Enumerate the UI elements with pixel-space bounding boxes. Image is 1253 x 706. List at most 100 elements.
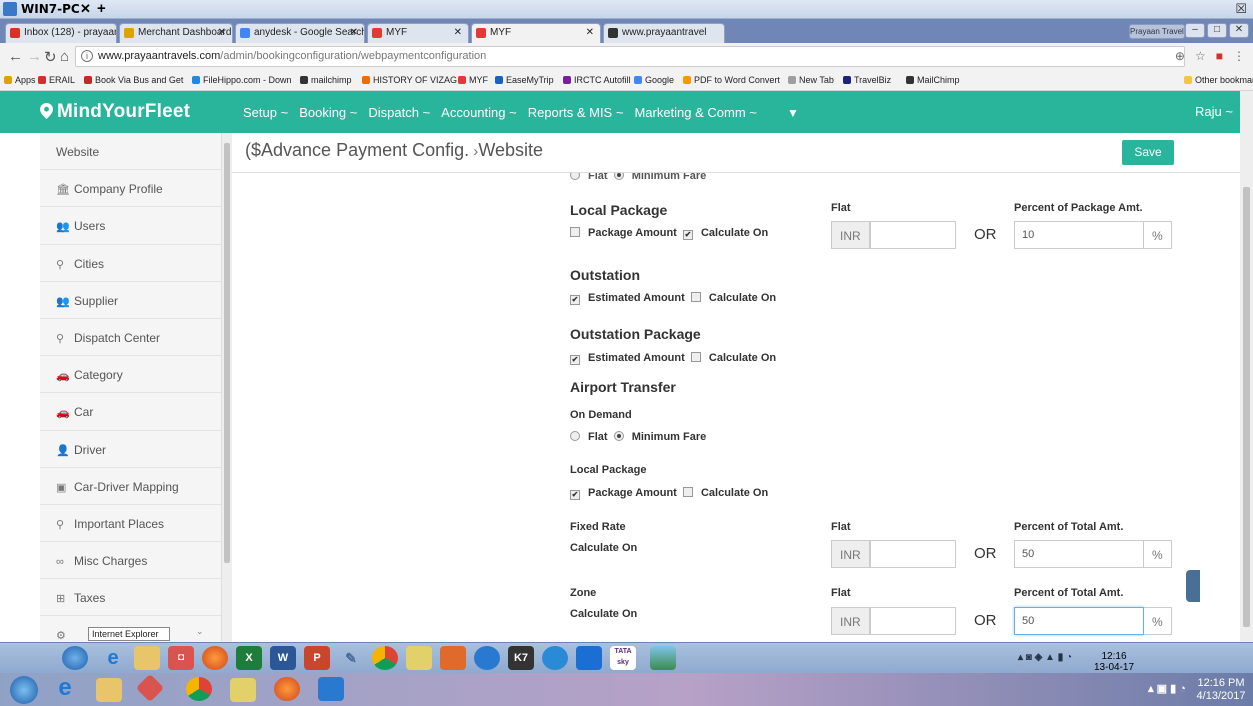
zone-percent-input[interactable]: 50 (1014, 607, 1144, 635)
save-button[interactable]: Save (1122, 140, 1174, 165)
image-viewer-icon[interactable] (650, 646, 676, 670)
close-tab-icon[interactable]: ✕ (218, 27, 226, 38)
minimum-fare-radio[interactable] (613, 173, 624, 180)
remote-desktop-icon[interactable] (576, 646, 602, 670)
sidebar-item-misc-charges[interactable]: ∞ Misc Charges (40, 542, 221, 580)
system-tray-icons[interactable]: ▴ ◙ ◈ ▲ ▮ ◔ (1010, 648, 1080, 668)
firefox-icon[interactable] (274, 677, 300, 701)
sidebar-item-taxes[interactable]: ⊞ Taxes (40, 579, 221, 617)
system-tray-icons[interactable]: ▴ ▣ ▮ ◔ (1145, 679, 1189, 699)
local-flat-input[interactable] (869, 221, 956, 249)
sidebar-item-important-places[interactable]: ⚲ Important Places (40, 505, 221, 543)
new-session-icon[interactable]: + (97, 0, 106, 17)
local-percent-input[interactable]: 10 (1014, 221, 1144, 249)
tab-myf-1[interactable]: MYF ✕ (367, 23, 469, 43)
tab-prayaan[interactable]: www.prayaantravel (603, 23, 725, 43)
bookmark-irctc[interactable]: IRCTC Autofill (563, 75, 631, 85)
sidebar-item-company-profile[interactable]: 🏛 Company Profile (40, 170, 221, 208)
file-explorer-icon[interactable] (134, 646, 160, 670)
tab-gmail[interactable]: Inbox (128) - prayaantra (5, 23, 117, 43)
profile-chip[interactable]: Prayaan Travel... (1129, 24, 1185, 39)
star-icon[interactable]: ☆ (1195, 49, 1206, 63)
start-orb-icon[interactable] (10, 676, 38, 704)
extension-icon[interactable]: ■ (1216, 49, 1223, 63)
bookmark-other[interactable]: Other bookmarks (1184, 75, 1253, 85)
reload-icon[interactable]: ↻ (44, 48, 57, 66)
sidebar-scroll-thumb[interactable] (224, 143, 230, 563)
app-icon[interactable] (542, 646, 568, 670)
package-amount-checkbox[interactable] (570, 490, 580, 500)
bookmark-mailchimp-2[interactable]: MailChimp (906, 75, 960, 85)
zoom-icon[interactable]: ⊕ (1175, 49, 1185, 63)
word-icon[interactable]: W (270, 646, 296, 670)
bookmark-newtab[interactable]: New Tab (788, 75, 834, 85)
bookmark-vizag[interactable]: HISTORY OF VIZAG T (362, 75, 465, 85)
more-menu-icon[interactable]: ⋮ (1233, 49, 1245, 63)
firefox-icon[interactable] (202, 646, 228, 670)
app-icon[interactable]: ◘ (168, 646, 194, 670)
powerpoint-icon[interactable]: P (304, 646, 330, 670)
folder-icon[interactable] (230, 678, 256, 702)
sidebar-item-cities[interactable]: ⚲ Cities (40, 245, 221, 282)
internet-explorer-icon[interactable]: e (52, 676, 78, 700)
sidebar-item-users[interactable]: 👥 Users (40, 207, 221, 245)
tab-google-search[interactable]: anydesk - Google Search ✕ (235, 23, 365, 43)
app-icon[interactable] (135, 673, 165, 703)
page-scrollbar[interactable] (1240, 91, 1253, 642)
estimated-amount-checkbox[interactable] (570, 295, 580, 305)
bookmark-easemytrip[interactable]: EaseMyTrip (495, 75, 554, 85)
brand-logo[interactable]: MindYourFleet (57, 101, 190, 123)
teamviewer-icon[interactable] (474, 646, 500, 670)
tata-sky-icon[interactable]: TATA sky (610, 646, 636, 670)
bookmark-filehippo[interactable]: FileHippo.com - Down (192, 75, 292, 85)
sidebar-item-car[interactable]: 🚗 Car (40, 393, 221, 431)
close-tab-icon[interactable]: ✕ (586, 27, 594, 38)
flat-radio[interactable] (570, 173, 580, 180)
fixed-flat-input[interactable] (869, 540, 956, 568)
menu-dispatch[interactable]: Dispatch ~ (368, 105, 430, 120)
info-icon[interactable]: i (81, 50, 93, 62)
k7-antivirus-icon[interactable]: K7 (508, 646, 534, 670)
fixed-percent-input[interactable]: 50 (1014, 540, 1144, 568)
excel-icon[interactable]: X (236, 646, 262, 670)
menu-marketing[interactable]: Marketing & Comm ~ (634, 105, 756, 120)
flat-radio[interactable] (570, 431, 580, 441)
sidebar-item-supplier[interactable]: 👥 Supplier (40, 282, 221, 319)
sidebar-item-website[interactable]: Website (40, 133, 221, 171)
back-icon[interactable]: ← (8, 48, 23, 65)
file-explorer-icon[interactable] (96, 678, 122, 702)
teamviewer-icon[interactable] (318, 677, 344, 701)
menu-booking[interactable]: Booking ~ (299, 105, 357, 120)
close-window-icon[interactable]: ✕ (1229, 23, 1249, 38)
calculate-on-checkbox[interactable] (690, 292, 701, 302)
tab-merchant-dashboard[interactable]: Merchant Dashboard ✕ (119, 23, 233, 43)
chrome-icon[interactable] (372, 646, 398, 670)
zone-flat-input[interactable] (869, 607, 956, 635)
bookmark-travelbiz[interactable]: TravelBiz (843, 75, 891, 85)
url-input[interactable]: i www.prayaantravels.com/admin/bookingco… (75, 46, 1185, 67)
estimated-amount-checkbox[interactable] (570, 355, 580, 365)
page-scroll-thumb[interactable] (1243, 187, 1250, 627)
internet-explorer-icon[interactable]: e (100, 646, 126, 670)
close-tab-icon[interactable]: ✕ (350, 27, 358, 38)
minimize-icon[interactable]: – (1185, 23, 1205, 38)
app-icon[interactable] (440, 646, 466, 670)
bookmark-apps[interactable]: Apps (4, 75, 36, 85)
sidebar-item-category[interactable]: 🚗 Category (40, 356, 221, 394)
folder-icon[interactable] (406, 646, 432, 670)
home-icon[interactable]: ⌂ (60, 48, 69, 65)
calculate-on-checkbox[interactable] (682, 230, 693, 240)
breadcrumb[interactable]: Website (478, 140, 543, 160)
chrome-icon[interactable] (186, 677, 212, 701)
menu-setup[interactable]: Setup ~ (243, 105, 288, 120)
caret-down-icon[interactable]: ▼ (787, 106, 799, 120)
sidebar-item-dispatch-center[interactable]: ⚲ Dispatch Center (40, 319, 221, 357)
package-amount-checkbox[interactable] (570, 227, 580, 237)
minimum-fare-radio[interactable] (613, 431, 624, 441)
bookmark-pdf[interactable]: PDF to Word Convert (683, 75, 780, 85)
tab-myf-active[interactable]: MYF ✕ (471, 23, 601, 43)
user-menu[interactable]: Raju ~ (1195, 104, 1233, 119)
forward-icon[interactable]: → (27, 48, 42, 65)
calculate-on-checkbox[interactable] (682, 487, 693, 497)
close-remote-icon[interactable]: ☒ (1235, 1, 1247, 17)
